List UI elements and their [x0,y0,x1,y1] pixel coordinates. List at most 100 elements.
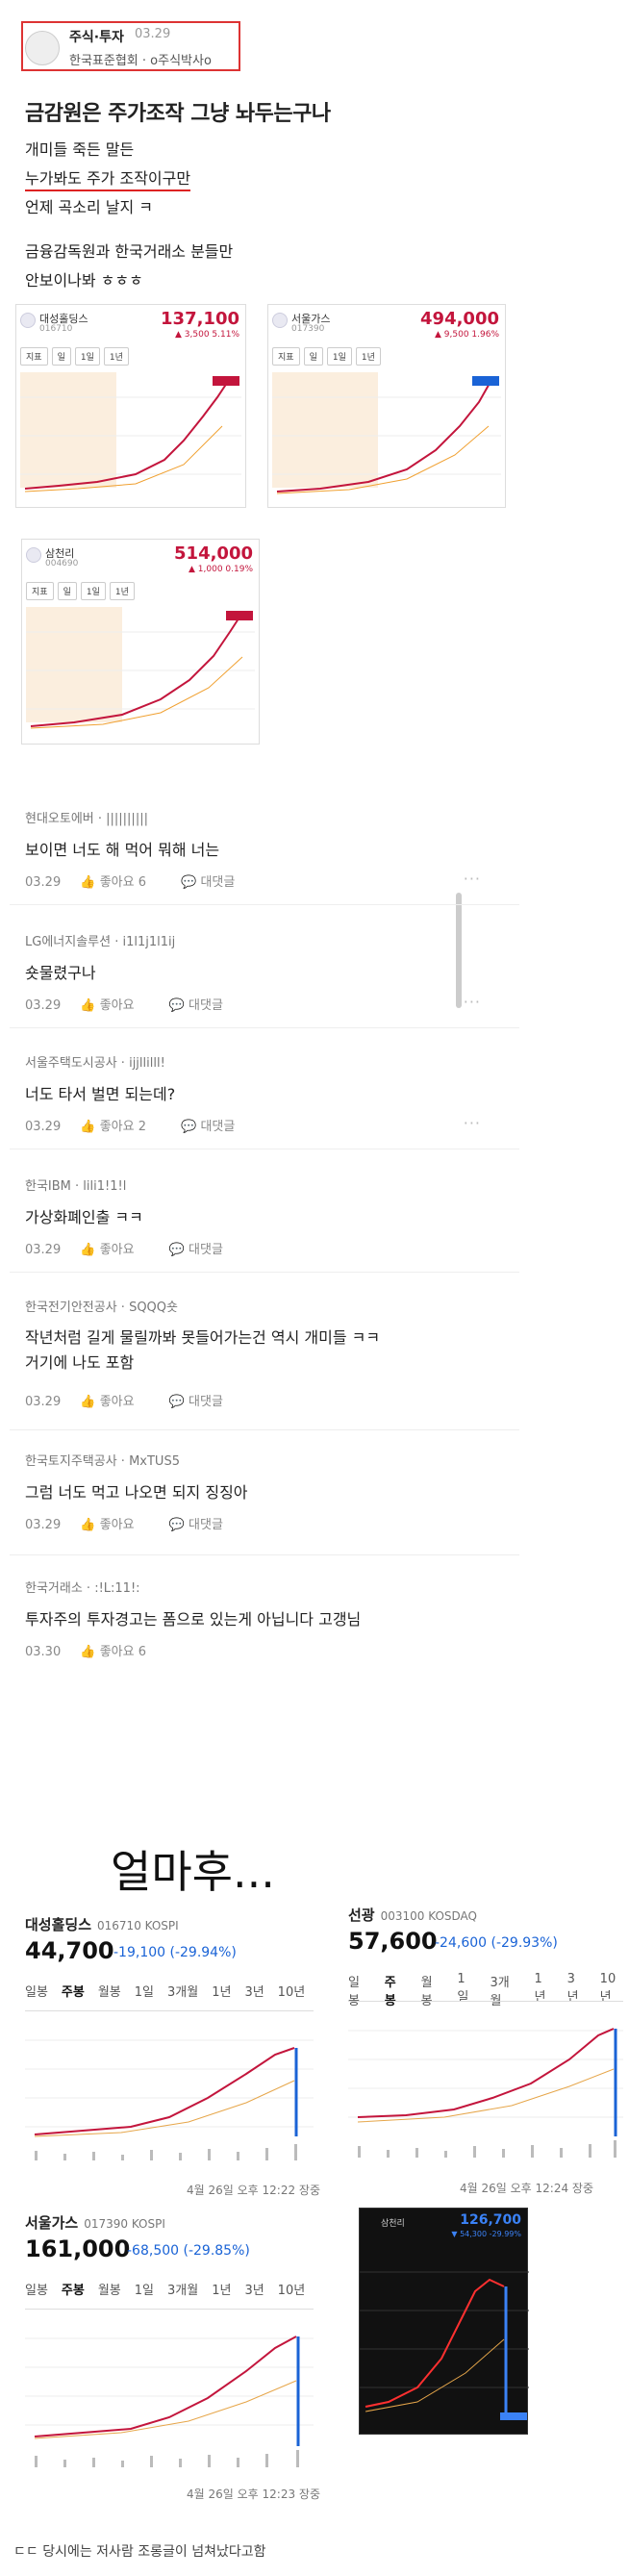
quote-code: 003100 KOSDAQ [380,1909,477,1923]
divider [10,1272,519,1273]
more-icon[interactable]: ··· [464,1114,481,1132]
tab[interactable]: 1일 [135,2280,154,2298]
tab[interactable]: 일 [51,347,71,366]
tab[interactable]: 1일 [74,347,100,366]
comment: 서울주택도시공사 · ijjllilll! 너도 타서 벌면 되는데? 03.2… [10,1052,510,1139]
comment-date: 03.29 [25,998,62,1013]
like-button[interactable]: 👍 좋아요 [80,1518,149,1532]
footer-note: ㄷㄷ 당시에는 저사람 조롱글이 넘쳐났다고함 [13,2544,266,2560]
tab[interactable]: 1년 [103,347,129,366]
post-line: 안보이나봐 ㅎㅎㅎ [25,271,143,290]
reply-button[interactable]: 💬 대댓글 [169,998,239,1013]
tab[interactable]: 3개월 [167,1982,198,2000]
tab[interactable]: 월봉 [98,1982,121,2000]
stock-change: ▼ 54,300 -29.99% [451,2230,521,2238]
stock-change: ▲ 3,500 5.11% [175,330,239,340]
stock-card[interactable]: 서울가스 017390 494,000 ▲ 9,500 1.96% 지표 일 1… [267,304,506,508]
like-button[interactable]: 👍 좋아요 6 [80,1645,162,1659]
post-line-highlight: 누가봐도 주가 조작이구만 [25,169,191,191]
like-button[interactable]: 👍 좋아요 [80,998,149,1013]
reply-button[interactable]: 💬 대댓글 [181,875,250,890]
post-title: 금감원은 주가조작 그냥 놔두는구나 [25,102,331,126]
comment-meta: 03.29 👍 좋아요 💬 대댓글 [25,995,254,1013]
tab[interactable]: 일 [303,347,323,366]
tab[interactable]: 지표 [26,582,54,600]
stock-code: 017390 [291,324,325,334]
comment-author[interactable]: 한국전기안전공사 · SQQQ숏 [25,1297,178,1315]
comment-author[interactable]: 한국IBM · lili1!1!l [25,1175,126,1194]
candle-chart [25,2010,314,2160]
post-line: 누가봐도 주가 조작이구만 [25,165,191,191]
comment-text: 보이면 너도 해 먹어 뭐해 너는 [25,841,220,859]
like-button[interactable]: 👍 좋아요 [80,1395,149,1409]
stock-code: 016710 [39,324,73,334]
tab[interactable]: 10년 [278,1982,306,2000]
comment-date: 03.29 [25,875,62,890]
board-name[interactable]: 주식·투자 [69,27,124,46]
comment-date: 03.30 [25,1645,62,1659]
tab[interactable]: 1년 [212,1982,231,2000]
stock-price: 137,100 [161,309,239,329]
post-line: 금융감독원과 한국거래소 분들만 [25,242,234,261]
comment-text: 숏물렸구나 [25,964,96,982]
tab[interactable]: 1년 [355,347,381,366]
tab[interactable]: 일봉 [25,2280,48,2298]
author-org[interactable]: 한국표준협회 · o주식박사o [69,50,212,68]
quote-price: 57,600 [348,1928,438,1955]
tab[interactable]: 1년 [212,2280,231,2298]
quote-change: -19,100 (-29.94%) [113,1945,237,1960]
after-caption: 얼마후... [111,1846,275,1898]
tab[interactable]: 1일 [326,347,352,366]
tab[interactable]: 지표 [272,347,300,366]
quote-card: 대성홀딩스 016710 KOSPI 44,700 -19,100 (-29.94… [25,1914,323,2203]
comment-meta: 03.29 👍 좋아요 💬 대댓글 [25,1391,254,1409]
quote-price: 161,000 [25,2235,131,2262]
stock-change: ▲ 9,500 1.96% [435,330,499,340]
reply-button[interactable]: 💬 대댓글 [169,1518,239,1532]
more-icon[interactable]: ··· [464,993,481,1011]
avatar[interactable] [25,31,60,65]
tab-active[interactable]: 주봉 [62,1982,85,2000]
quote-name-row: 서울가스 017390 KOSPI [25,2212,165,2233]
comment: 한국거래소 · :!L:11!: 투자주의 투자경고는 폼으로 있는게 아닙니다… [10,1578,510,1664]
tab[interactable]: 월봉 [98,2280,121,2298]
tab[interactable]: 일 [57,582,77,600]
comment-text: 가상화폐인출 ㅋㅋ [25,1208,143,1226]
tab[interactable]: 일봉 [25,1982,48,2000]
quote-card: 서울가스 017390 KOSPI 161,000 -68,500 (-29.85… [25,2212,323,2501]
tab-active[interactable]: 주봉 [62,2280,85,2298]
like-button[interactable]: 👍 좋아요 6 [80,875,162,890]
tab[interactable]: 10년 [278,2280,306,2298]
comment-meta: 03.29 👍 좋아요 💬 대댓글 [25,1514,254,1532]
divider [10,1027,519,1028]
reply-button[interactable]: 💬 대댓글 [169,1243,239,1257]
comment-author[interactable]: 한국거래소 · :!L:11!: [25,1578,140,1596]
period-tabs: 지표 일 1일 1년 [26,582,135,600]
tab[interactable]: 1년 [109,582,135,600]
reply-button[interactable]: 💬 대댓글 [181,1120,250,1134]
stock-card[interactable]: 대성홀딩스 016710 137,100 ▲ 3,500 5.11% 지표 일 … [15,304,246,508]
comment-author[interactable]: LG에너지솔루션 · i1l1j1l1ij [25,931,175,949]
like-button[interactable]: 👍 좋아요 [80,1243,149,1257]
tab[interactable]: 3개월 [167,2280,198,2298]
quote-card: 선광 003100 KOSDAQ 57,600 -24,600 (-29.93%)… [348,1905,627,2195]
comment: LG에너지솔루션 · i1l1j1l1ij 숏물렸구나 03.29 👍 좋아요 … [10,931,510,1018]
comment-author[interactable]: 현대오토에버 · |||||||||| [25,808,148,826]
tab[interactable]: 1일 [80,582,106,600]
quote-change: -24,600 (-29.93%) [435,1935,558,1951]
tab[interactable]: 3년 [244,1982,264,2000]
quote-name: 서울가스 [25,2214,79,2232]
dark-candle-chart [360,2271,529,2420]
stock-card[interactable]: 삼천리 004690 514,000 ▲ 1,000 0.19% 지표 일 1일… [21,539,260,745]
comment-author[interactable]: 서울주택도시공사 · ijjllilll! [25,1052,165,1071]
quote-name: 선광 [348,1907,375,1924]
comment-date: 03.29 [25,1395,62,1409]
comment: 한국IBM · lili1!1!l 가상화폐인출 ㅋㅋ 03.29 👍 좋아요 … [10,1175,510,1262]
reply-button[interactable]: 💬 대댓글 [169,1395,239,1409]
comment-author[interactable]: 한국토지주택공사 · MxTUS5 [25,1451,180,1469]
tab[interactable]: 지표 [20,347,48,366]
more-icon[interactable]: ··· [464,870,481,888]
tab[interactable]: 3년 [244,2280,264,2298]
tab[interactable]: 1일 [135,1982,154,2000]
like-button[interactable]: 👍 좋아요 2 [80,1120,162,1134]
